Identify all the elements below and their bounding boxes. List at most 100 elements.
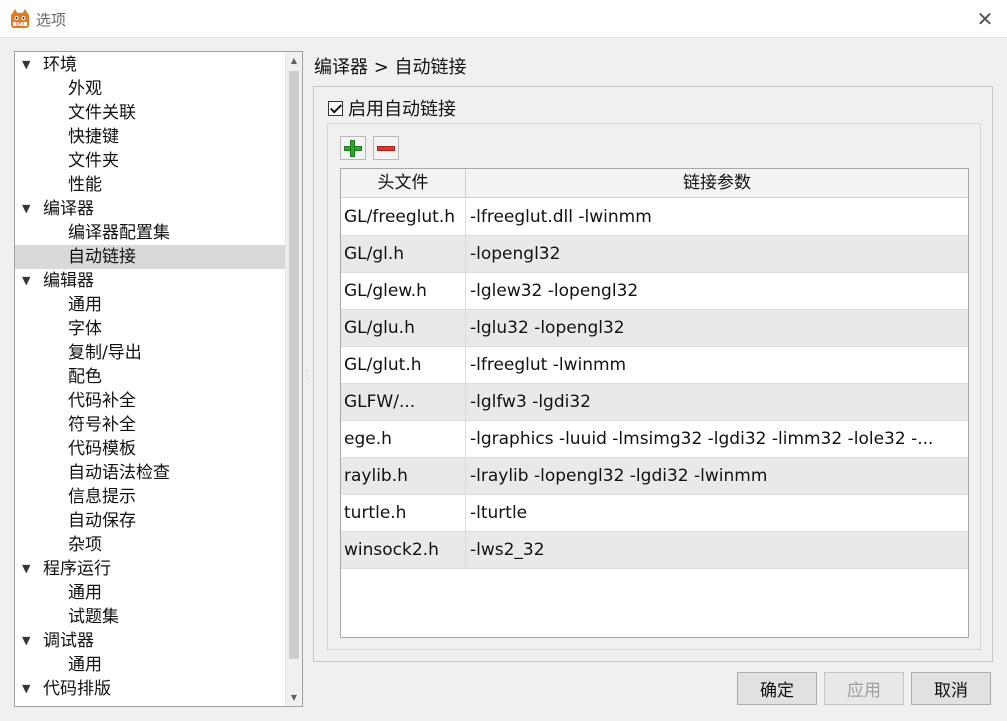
scroll-down-arrow-icon[interactable]: ▼: [286, 689, 302, 706]
link-params-cell[interactable]: -lfreeglut -lwinmm: [466, 347, 968, 384]
tree-item[interactable]: 通用: [15, 293, 285, 317]
header-file-cell[interactable]: GLFW/...: [341, 384, 466, 421]
tree-item[interactable]: 配色: [15, 365, 285, 389]
tree-category[interactable]: ▼ 代码排版: [15, 677, 285, 701]
table-row[interactable]: GL/glew.h -lglew32 -lopengl32: [341, 273, 968, 310]
apply-button[interactable]: 应用: [824, 672, 904, 705]
close-icon: ✕: [976, 7, 994, 31]
table-row[interactable]: GL/glu.h -lglu32 -lopengl32: [341, 310, 968, 347]
tree-item-label: 编译器: [43, 199, 94, 219]
link-params-cell[interactable]: -lraylib -lopengl32 -lgdi32 -lwinmm: [466, 458, 968, 495]
tree-item[interactable]: 文件夹: [15, 149, 285, 173]
header-file-cell[interactable]: raylib.h: [341, 458, 466, 495]
link-params-cell[interactable]: -lgraphics -luuid -lmsimg32 -lgdi32 -lim…: [466, 421, 968, 458]
link-params-cell[interactable]: -lopengl32: [466, 236, 968, 273]
link-params-cell[interactable]: -lglew32 -lopengl32: [466, 273, 968, 310]
header-file-cell[interactable]: GL/glew.h: [341, 273, 466, 310]
tree-item[interactable]: 符号补全: [15, 413, 285, 437]
tree-item[interactable]: 通用: [15, 653, 285, 677]
header-file-cell[interactable]: winsock2.h: [341, 532, 466, 569]
table-row[interactable]: ege.h -lgraphics -luuid -lmsimg32 -lgdi32…: [341, 421, 968, 458]
table-row[interactable]: turtle.h -lturtle: [341, 495, 968, 532]
remove-link-button[interactable]: [373, 136, 399, 160]
tree-item[interactable]: 快捷键: [15, 125, 285, 149]
add-link-button[interactable]: [340, 136, 366, 160]
tree-item[interactable]: 代码模板: [15, 437, 285, 461]
table-row[interactable]: GL/freeglut.h -lfreeglut.dll -lwinmm: [341, 199, 968, 236]
enable-autolink-checkbox[interactable]: 启用自动链接: [328, 97, 456, 120]
tree-item[interactable]: 外观: [15, 77, 285, 101]
options-tree[interactable]: ▼ 环境 外观 文件关联 快捷键 文件夹 性能 ▼ 编译器 编译器配置集 自动链接 ▼ 编辑器 通用 字体复…: [14, 51, 303, 707]
tree-item[interactable]: 自动链接: [15, 245, 285, 269]
expand-arrow-icon[interactable]: ▼: [22, 53, 30, 77]
tree-item[interactable]: 试题集: [15, 605, 285, 629]
link-params-cell[interactable]: -lturtle: [466, 495, 968, 532]
svg-text:DEV: DEV: [16, 22, 25, 27]
expand-arrow-icon[interactable]: ▼: [22, 629, 30, 653]
tree-category[interactable]: ▼ 调试器: [15, 629, 285, 653]
column-header-header-file[interactable]: 头文件: [341, 169, 466, 198]
table-row[interactable]: GLFW/... -lglfw3 -lgdi32: [341, 384, 968, 421]
tree-item-label: 自动链接: [68, 247, 136, 267]
link-params-cell[interactable]: -lglu32 -lopengl32: [466, 310, 968, 347]
tree-category[interactable]: ▼ 环境: [15, 53, 285, 77]
tree-item-label: 编辑器: [43, 271, 94, 291]
tree-item-label: 复制/导出: [68, 343, 142, 363]
expand-arrow-icon[interactable]: ▼: [22, 677, 30, 701]
scroll-up-arrow-icon[interactable]: ▲: [286, 52, 302, 69]
table-row[interactable]: GL/gl.h -lopengl32: [341, 236, 968, 273]
autolink-table[interactable]: 头文件 链接参数 GL/freeglut.h -lfreeglut.dll -lw…: [340, 168, 969, 638]
checkbox-checked-icon[interactable]: [328, 100, 343, 116]
tree-item-label: 通用: [68, 583, 102, 603]
scroll-thumb[interactable]: [289, 71, 299, 659]
header-file-cell[interactable]: GL/glut.h: [341, 347, 466, 384]
cancel-button[interactable]: 取消: [911, 672, 991, 705]
tree-item[interactable]: 代码补全: [15, 389, 285, 413]
tree-item-label: 配色: [68, 367, 102, 387]
tree-item-label: 编译器配置集: [68, 223, 170, 243]
header-file-cell[interactable]: turtle.h: [341, 495, 466, 532]
tree-item[interactable]: 信息提示: [15, 485, 285, 509]
tree-item-label: 外观: [68, 79, 102, 99]
tree-item-label: 调试器: [43, 631, 94, 651]
header-file-cell[interactable]: GL/freeglut.h: [341, 199, 466, 236]
tree-category[interactable]: ▼ 编辑器: [15, 269, 285, 293]
header-file-cell[interactable]: GL/glu.h: [341, 310, 466, 347]
link-params-cell[interactable]: -lws2_32: [466, 532, 968, 569]
tree-scrollbar[interactable]: ▲ ▼: [285, 52, 302, 706]
table-row[interactable]: winsock2.h -lws2_32: [341, 532, 968, 569]
tree-item-label: 自动保存: [68, 511, 136, 531]
splitter-handle[interactable]: · · ·: [306, 368, 310, 384]
tree-item[interactable]: 杂项: [15, 533, 285, 557]
expand-arrow-icon[interactable]: ▼: [22, 557, 30, 581]
table-header: 头文件 链接参数: [341, 169, 968, 198]
autolink-settings-group: 启用自动链接 头文件 链接参数 GL/freeglut.h -lfreeglut.…: [313, 86, 993, 662]
tree-item[interactable]: 性能: [15, 173, 285, 197]
link-params-cell[interactable]: -lfreeglut.dll -lwinmm: [466, 199, 968, 236]
tree-item-label: 通用: [68, 655, 102, 675]
ok-button[interactable]: 确定: [737, 672, 817, 705]
close-button[interactable]: ✕: [963, 0, 1007, 38]
tree-item[interactable]: 自动保存: [15, 509, 285, 533]
tree-item[interactable]: 复制/导出: [15, 341, 285, 365]
tree-item[interactable]: 自动语法检查: [15, 461, 285, 485]
tree-category[interactable]: ▼ 程序运行: [15, 557, 285, 581]
tree-item-label: 试题集: [68, 607, 119, 627]
tree-category[interactable]: ▼ 编译器: [15, 197, 285, 221]
tree-item[interactable]: 编译器配置集: [15, 221, 285, 245]
header-file-cell[interactable]: ege.h: [341, 421, 466, 458]
tree-item[interactable]: 通用: [15, 581, 285, 605]
tree-item-label: 程序运行: [43, 559, 111, 579]
column-header-link-params[interactable]: 链接参数: [466, 169, 968, 198]
expand-arrow-icon[interactable]: ▼: [22, 197, 30, 221]
tree-item[interactable]: 文件关联: [15, 101, 285, 125]
link-params-cell[interactable]: -lglfw3 -lgdi32: [466, 384, 968, 421]
tree-item-label: 符号补全: [68, 415, 136, 435]
enable-autolink-label: 启用自动链接: [348, 99, 456, 120]
header-file-cell[interactable]: GL/gl.h: [341, 236, 466, 273]
expand-arrow-icon[interactable]: ▼: [22, 269, 30, 293]
table-row[interactable]: raylib.h -lraylib -lopengl32 -lgdi32 -lwi…: [341, 458, 968, 495]
page-title: 编译器 > 自动链接: [314, 57, 467, 78]
table-row[interactable]: GL/glut.h -lfreeglut -lwinmm: [341, 347, 968, 384]
tree-item[interactable]: 字体: [15, 317, 285, 341]
